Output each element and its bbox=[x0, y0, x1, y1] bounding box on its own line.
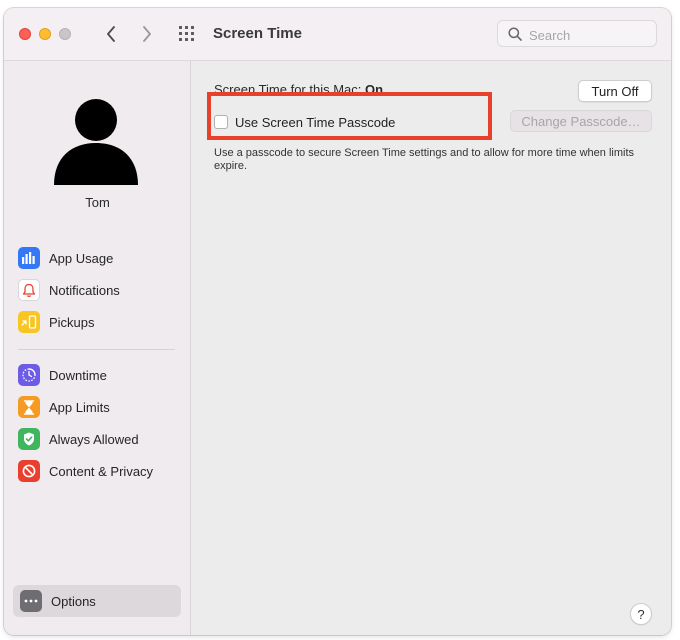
user-avatar-icon[interactable] bbox=[54, 97, 138, 185]
back-button[interactable] bbox=[99, 22, 123, 46]
magnifying-glass-icon bbox=[508, 27, 522, 41]
change-passcode-button[interactable]: Change Passcode… bbox=[510, 110, 652, 132]
sidebar-item-downtime[interactable]: Downtime bbox=[18, 362, 180, 388]
bar-chart-icon bbox=[18, 247, 40, 269]
minimize-window-button[interactable] bbox=[39, 28, 51, 40]
hourglass-icon bbox=[18, 396, 40, 418]
checkmark-shield-icon bbox=[18, 428, 40, 450]
sidebar-item-label: Always Allowed bbox=[49, 431, 139, 447]
system-preferences-window: Screen Time Tom App Usag bbox=[4, 8, 671, 635]
passcode-description: Use a passcode to secure Screen Time set… bbox=[214, 147, 635, 172]
user-name: Tom bbox=[85, 195, 110, 210]
sidebar-item-label: Downtime bbox=[49, 367, 107, 383]
close-window-button[interactable] bbox=[19, 28, 31, 40]
status-value: On bbox=[365, 82, 384, 97]
sidebar-item-always-allowed[interactable]: Always Allowed bbox=[18, 426, 180, 452]
sidebar-item-label: App Limits bbox=[49, 399, 110, 415]
sidebar: Tom App Usage Notifications Pickups Down… bbox=[4, 61, 191, 635]
sidebar-item-label: App Usage bbox=[49, 250, 114, 266]
sidebar-item-label: Notifications bbox=[49, 282, 120, 298]
help-button[interactable]: ? bbox=[630, 603, 652, 625]
search-field[interactable] bbox=[497, 20, 657, 47]
window-title: Screen Time bbox=[213, 25, 302, 42]
main-pane: Screen Time for this Mac: On Turn Off Us… bbox=[191, 61, 671, 635]
sidebar-item-content-privacy[interactable]: Content & Privacy bbox=[18, 458, 180, 484]
passcode-option-row[interactable]: Use Screen Time Passcode bbox=[214, 113, 395, 131]
downtime-icon bbox=[18, 364, 40, 386]
sidebar-item-notifications[interactable]: Notifications bbox=[18, 277, 180, 303]
sidebar-divider bbox=[18, 349, 175, 350]
use-passcode-checkbox[interactable] bbox=[214, 115, 228, 129]
use-passcode-label[interactable]: Use Screen Time Passcode bbox=[235, 115, 395, 130]
turn-off-button[interactable]: Turn Off bbox=[578, 80, 652, 102]
forward-button[interactable] bbox=[135, 22, 159, 46]
chevron-left-icon bbox=[107, 26, 115, 42]
status-prefix: Screen Time for this Mac: bbox=[214, 82, 362, 97]
sidebar-item-label: Options bbox=[51, 593, 96, 609]
sidebar-item-label: Content & Privacy bbox=[49, 463, 154, 479]
sidebar-item-pickups[interactable]: Pickups bbox=[18, 309, 180, 335]
no-entry-icon bbox=[18, 460, 40, 482]
chevron-right-icon bbox=[143, 26, 151, 42]
bell-icon bbox=[18, 279, 40, 301]
search-input[interactable] bbox=[527, 25, 651, 45]
sidebar-item-options[interactable]: Options bbox=[13, 585, 181, 617]
pickup-phone-icon bbox=[18, 311, 40, 333]
ellipsis-icon bbox=[20, 590, 42, 612]
sidebar-item-app-usage[interactable]: App Usage bbox=[18, 245, 180, 271]
sidebar-item-label: Pickups bbox=[49, 314, 95, 330]
title-bar: Screen Time bbox=[4, 8, 671, 61]
screen-time-status: Screen Time for this Mac: On bbox=[214, 82, 383, 97]
zoom-window-button[interactable] bbox=[59, 28, 71, 40]
show-all-grid-button[interactable] bbox=[177, 24, 199, 44]
sidebar-item-app-limits[interactable]: App Limits bbox=[18, 394, 180, 420]
